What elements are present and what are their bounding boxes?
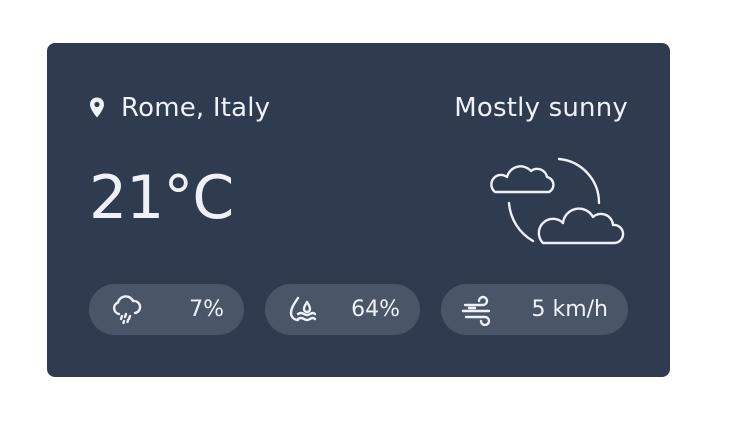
temperature: 21°C <box>89 163 234 233</box>
location: Rome, Italy <box>87 91 270 125</box>
precipitation-value: 7% <box>189 297 224 322</box>
cloud-sun-icon <box>487 151 627 251</box>
wind-stat: 5 km/h <box>441 284 628 335</box>
weather-condition: Mostly sunny <box>454 93 628 123</box>
humidity-stat: 64% <box>265 284 420 335</box>
location-label: Rome, Italy <box>121 93 271 123</box>
precipitation-stat: 7% <box>89 284 244 335</box>
weather-card: Rome, Italy Mostly sunny 21°C 7% 64% 5 k… <box>47 43 670 377</box>
wind-value: 5 km/h <box>531 297 608 322</box>
humidity-value: 64% <box>351 297 400 322</box>
humidity-icon <box>285 293 319 327</box>
location-pin-icon <box>87 94 107 122</box>
cloud-rain-icon <box>109 293 143 327</box>
wind-icon <box>461 293 495 327</box>
